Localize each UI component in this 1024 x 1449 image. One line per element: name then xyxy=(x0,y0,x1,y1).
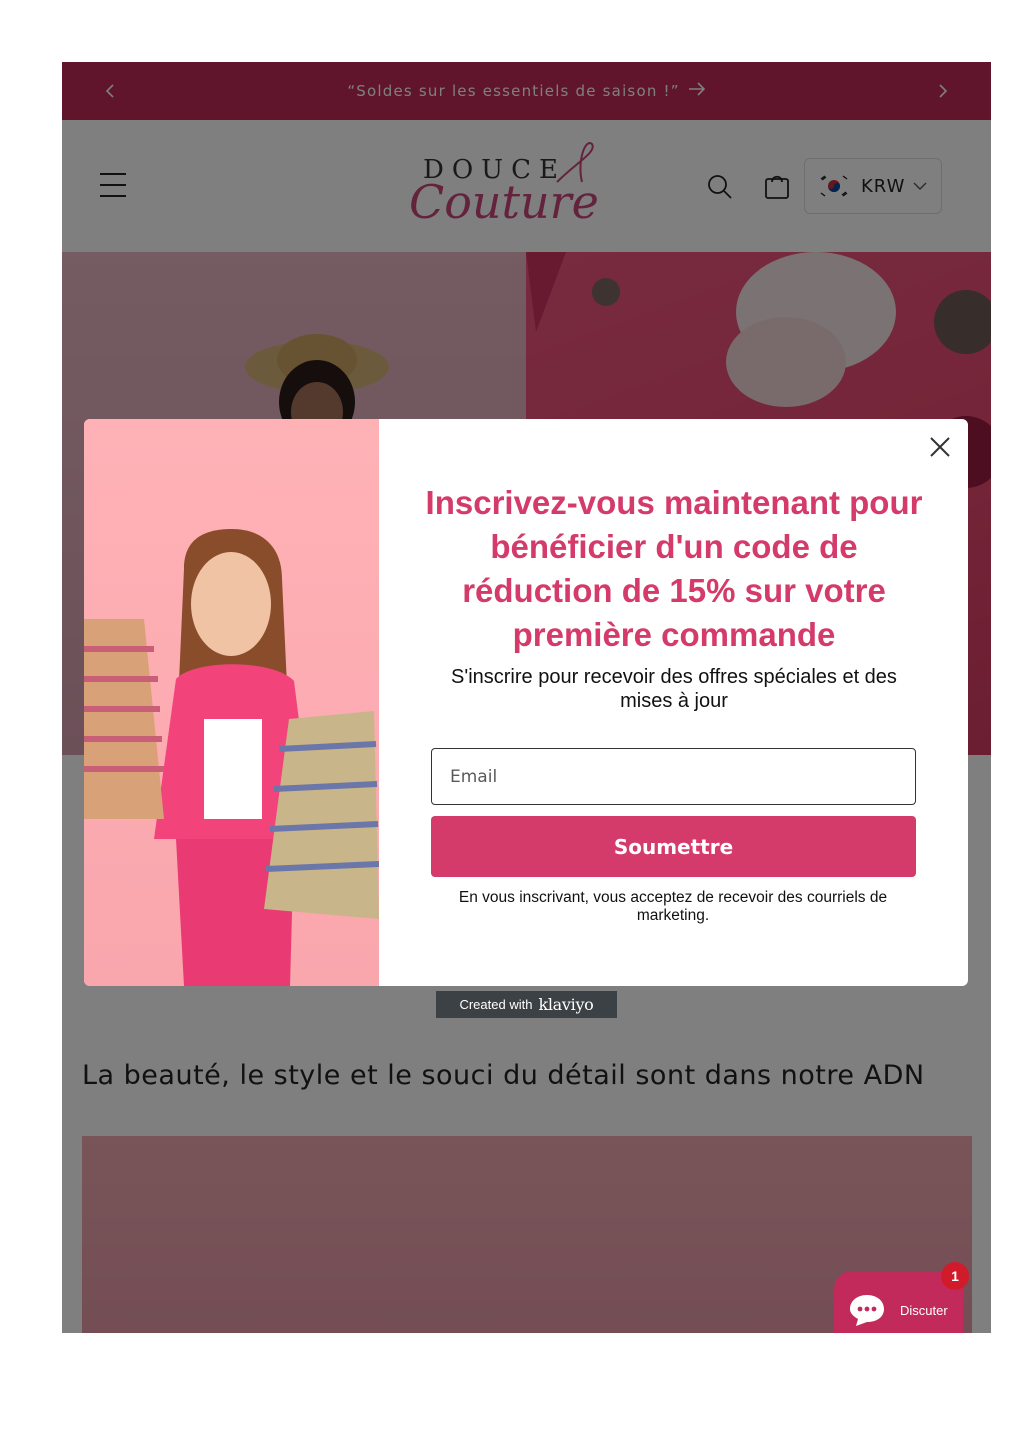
klaviyo-brand: klaviyo xyxy=(538,995,594,1014)
chat-icon xyxy=(850,1295,884,1326)
popup-legal-text: En vous inscrivant, vous acceptez de rec… xyxy=(458,889,888,924)
email-field[interactable] xyxy=(431,748,916,805)
chat-label: Discuter xyxy=(900,1303,948,1318)
signup-popup: Inscrivez-vous maintenant pour bénéficie… xyxy=(84,419,968,986)
popup-subtext: S'inscrire pour recevoir des offres spéc… xyxy=(451,666,897,712)
klaviyo-prefix: Created with xyxy=(459,997,533,1012)
submit-button[interactable]: Soumettre xyxy=(431,816,916,877)
klaviyo-badge[interactable]: Created with klaviyo xyxy=(436,991,617,1018)
close-icon xyxy=(930,437,950,457)
popup-close-button[interactable] xyxy=(926,433,954,461)
popup-model-image xyxy=(84,419,379,986)
chat-badge: 1 xyxy=(941,1262,969,1290)
popup-headline: Inscrivez-vous maintenant pour bénéficie… xyxy=(425,484,923,653)
